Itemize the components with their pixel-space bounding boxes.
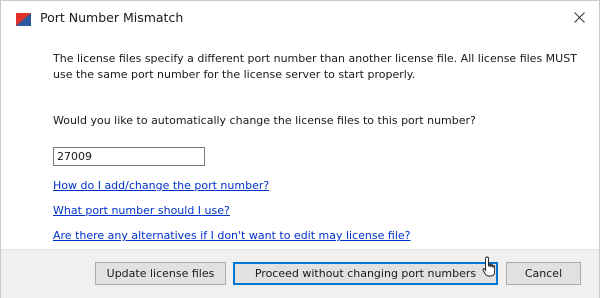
update-license-files-button[interactable]: Update license files [95,262,226,285]
message-area: The license files specify a different po… [53,51,583,127]
cancel-button[interactable]: Cancel [506,262,581,285]
link-add-change-port[interactable]: How do I add/change the port number? [53,179,269,192]
close-button[interactable] [567,5,591,29]
dialog-title: Port Number Mismatch [40,10,184,25]
port-number-input[interactable] [53,147,205,166]
change-question: Would you like to automatically change t… [53,114,476,127]
app-flag-icon [16,11,31,26]
mismatch-message: The license files specify a different po… [53,52,577,81]
proceed-without-changing-button[interactable]: Proceed without changing port numbers [233,262,498,285]
title-bar: Port Number Mismatch [1,1,599,33]
port-mismatch-dialog: Port Number Mismatch The license files s… [0,0,600,298]
link-alternatives[interactable]: Are there any alternatives if I don't wa… [53,229,410,242]
button-bar: Update license files Proceed without cha… [1,249,599,298]
close-icon [573,11,585,23]
link-which-port[interactable]: What port number should I use? [53,204,230,217]
